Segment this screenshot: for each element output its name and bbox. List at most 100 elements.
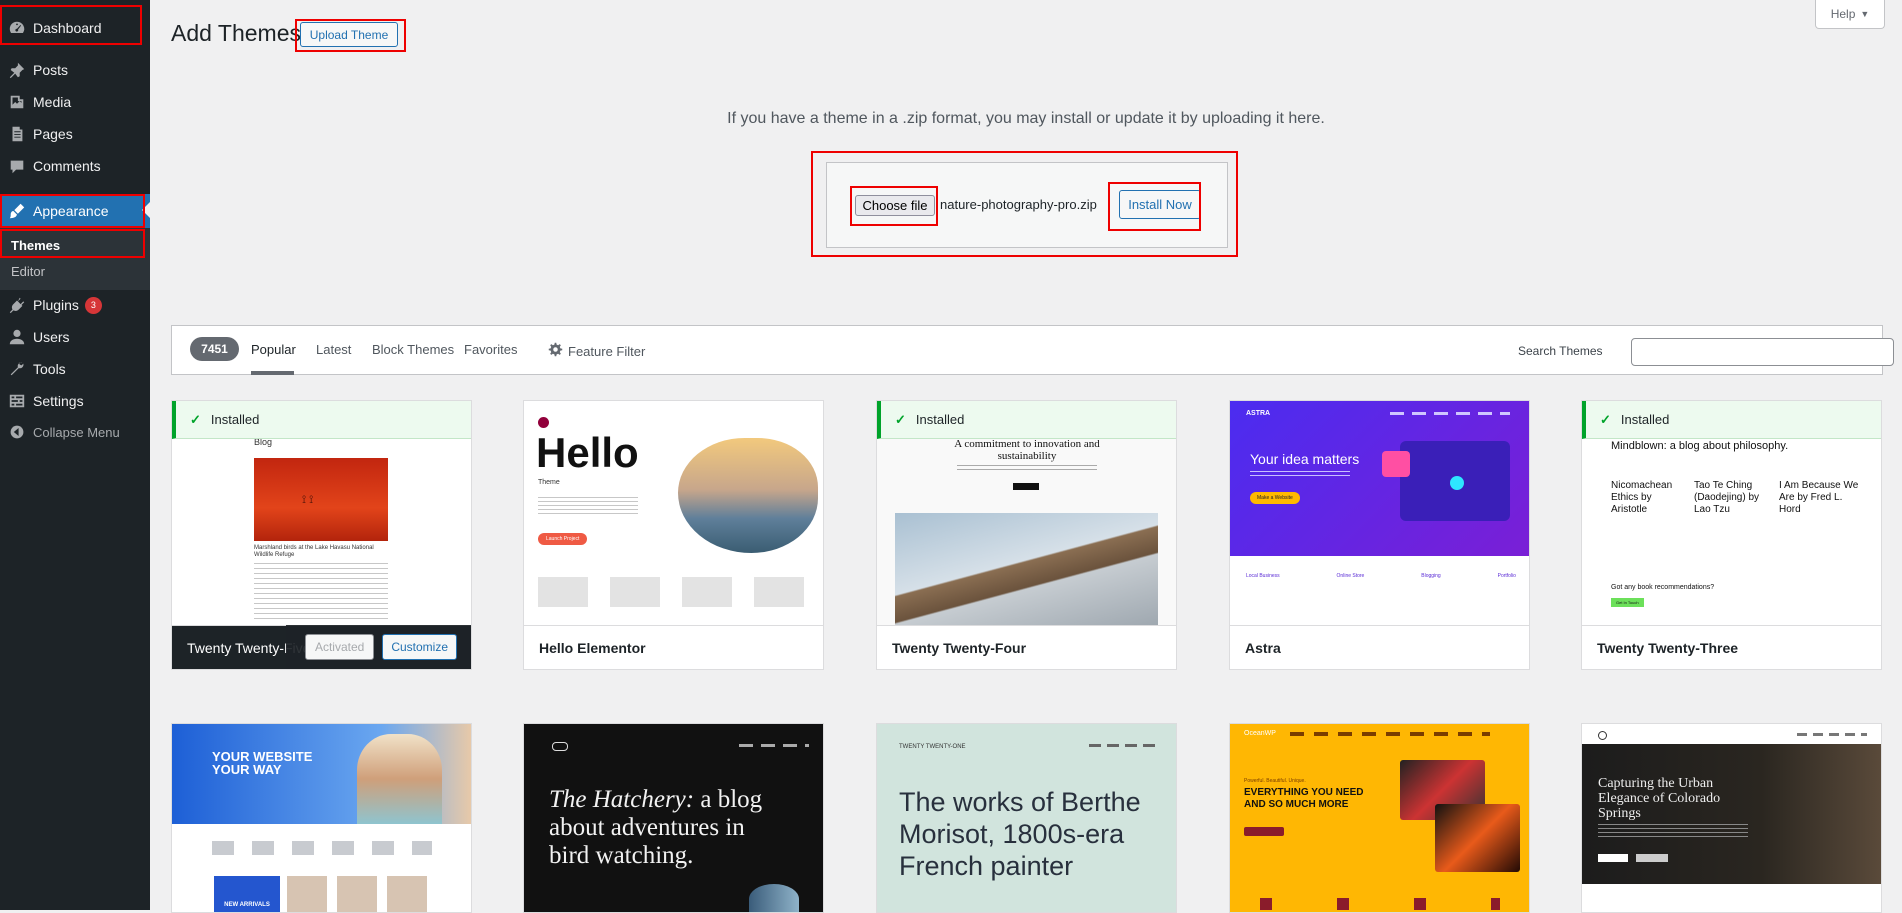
preview-button: Launch Project bbox=[538, 533, 588, 545]
feature-online-store: Online Store bbox=[1336, 573, 1365, 579]
feature-portfolio: Portfolio bbox=[1497, 573, 1516, 579]
upload-theme-button[interactable]: Upload Theme bbox=[300, 22, 398, 47]
preview-photo: ⟟ ⟟ bbox=[254, 458, 388, 541]
user-icon bbox=[7, 328, 27, 346]
comment-icon bbox=[7, 157, 27, 175]
submenu-themes[interactable]: Themes bbox=[11, 238, 60, 253]
preview-heading: The works of Berthe Morisot, 1800s-era F… bbox=[899, 787, 1141, 881]
preview-button: Get In Touch bbox=[1611, 598, 1644, 607]
menu-media[interactable]: Media bbox=[0, 86, 150, 118]
preview-logo: OceanWP bbox=[1244, 730, 1276, 737]
preview-text-lines bbox=[538, 497, 638, 517]
feature-filter-button[interactable]: Feature Filter bbox=[548, 342, 645, 360]
theme-card-twenty-twenty-five[interactable]: ✓ Installed Blog ⟟ ⟟ Marshland birds at t… bbox=[171, 400, 472, 670]
preview-features: Local Business Online Store Blogging Por… bbox=[1246, 573, 1516, 579]
wrench-icon bbox=[7, 360, 27, 378]
preview-heading-italic: The Hatchery: bbox=[549, 786, 695, 813]
appearance-submenu: Themes Editor bbox=[0, 228, 150, 290]
preview-logo-icon bbox=[552, 742, 568, 751]
page-title: Add Themes bbox=[171, 20, 301, 46]
caret-down-icon: ▼ bbox=[1860, 9, 1870, 19]
preview-text-lines bbox=[957, 465, 1097, 473]
tab-popular[interactable]: Popular bbox=[251, 342, 296, 357]
theme-filter-bar: 7451 Popular Latest Block Themes Favorit… bbox=[171, 325, 1894, 375]
menu-tools-label: Tools bbox=[33, 361, 66, 377]
menu-posts[interactable]: Posts bbox=[0, 54, 150, 86]
preview-text-lines bbox=[1598, 824, 1748, 838]
theme-name: Twenty Twenty-Three bbox=[1597, 639, 1739, 656]
install-now-button[interactable]: Install Now bbox=[1119, 190, 1201, 219]
help-label: Help bbox=[1830, 7, 1856, 21]
main-content: Add Themes Upload Theme Help ▼ If you ha… bbox=[150, 0, 1902, 913]
tab-favorites[interactable]: Favorites bbox=[464, 342, 517, 357]
theme-count: 7451 bbox=[190, 337, 239, 361]
preview-photo bbox=[895, 513, 1158, 625]
preview-post-1: Nicomachean Ethics by Aristotle bbox=[1611, 480, 1673, 515]
menu-pages-label: Pages bbox=[33, 126, 73, 142]
elementor-logo-icon bbox=[538, 417, 549, 428]
preview-nav bbox=[739, 744, 809, 747]
submenu-editor[interactable]: Editor bbox=[11, 264, 45, 279]
help-tab[interactable]: Help ▼ bbox=[1815, 0, 1885, 29]
search-themes-input[interactable] bbox=[1631, 338, 1894, 366]
menu-appearance[interactable]: Appearance bbox=[0, 194, 150, 228]
preview-button bbox=[1013, 483, 1039, 490]
preview-icons bbox=[1260, 898, 1500, 910]
dashboard-icon bbox=[7, 19, 27, 37]
theme-card-twenty-twenty-one[interactable]: TWENTY TWENTY-ONE The works of Berthe Mo… bbox=[876, 723, 1177, 913]
menu-settings[interactable]: Settings bbox=[0, 385, 150, 417]
menu-users-label: Users bbox=[33, 329, 70, 345]
menu-plugins[interactable]: Plugins 3 bbox=[0, 289, 150, 321]
admin-sidebar: Dashboard Posts Media Pages Comments App… bbox=[0, 0, 150, 910]
preview-tagline: Powerful. Beautiful. Unique. bbox=[1244, 778, 1306, 784]
customize-button[interactable]: Customize bbox=[382, 634, 457, 660]
menu-settings-label: Settings bbox=[33, 393, 84, 409]
theme-name: Astra bbox=[1245, 639, 1281, 656]
preview-text-lines bbox=[1250, 471, 1350, 479]
menu-appearance-label: Appearance bbox=[33, 203, 109, 219]
theme-card-twenty-twenty-four[interactable]: ✓ Installed A commitment to innovation an… bbox=[876, 400, 1177, 670]
menu-media-label: Media bbox=[33, 94, 72, 110]
installed-notice: ✓ Installed bbox=[1582, 401, 1881, 439]
menu-dashboard[interactable]: Dashboard bbox=[0, 12, 150, 44]
selected-file-name: nature-photography-pro.zip bbox=[940, 197, 1097, 212]
feature-filter-label: Feature Filter bbox=[568, 343, 646, 359]
tab-latest[interactable]: Latest bbox=[316, 342, 351, 357]
preview-question: Got any book recommendations? bbox=[1611, 584, 1715, 591]
upload-form: Choose file nature-photography-pro.zip I… bbox=[826, 162, 1228, 248]
theme-card-twenty-twenty-three[interactable]: ✓ Installed Mindblown: a blog about philo… bbox=[1581, 400, 1882, 670]
tab-block-themes[interactable]: Block Themes bbox=[372, 342, 454, 357]
theme-card-twenty-twenty-two[interactable]: The Hatchery: a blog about adventures in… bbox=[523, 723, 824, 913]
theme-card-oceanwp[interactable]: OceanWP Powerful. Beautiful. Unique. EVE… bbox=[1229, 723, 1530, 913]
theme-card-hello-elementor[interactable]: Hello Theme Launch Project Hello Element… bbox=[523, 400, 824, 670]
theme-name-bar: Twenty Twenty-Four bbox=[877, 625, 1176, 669]
media-icon bbox=[7, 93, 27, 111]
preview-big-heading: Hello bbox=[536, 429, 639, 476]
menu-plugins-label: Plugins bbox=[33, 297, 79, 313]
preview-button bbox=[1244, 827, 1284, 836]
menu-posts-label: Posts bbox=[33, 62, 69, 78]
installed-label: Installed bbox=[210, 412, 260, 427]
preview-photo bbox=[678, 438, 818, 553]
preview-products bbox=[287, 876, 437, 912]
theme-card-kadence[interactable]: YOUR WEBSITE YOUR WAY NEW ARRIVALS bbox=[171, 723, 472, 913]
choose-file-button[interactable]: Choose file bbox=[855, 195, 935, 216]
preview-heading: A commitment to innovation and sustainab… bbox=[954, 438, 1100, 462]
theme-name-bar: Hello Elementor bbox=[524, 625, 823, 669]
theme-screenshot: ASTRA Your idea matters Make a Website L… bbox=[1230, 401, 1529, 625]
menu-comments[interactable]: Comments bbox=[0, 150, 150, 182]
preview-nav bbox=[1797, 733, 1867, 736]
preview-logo-icon bbox=[1598, 731, 1607, 740]
preview-nav bbox=[1290, 732, 1490, 736]
gear-icon bbox=[548, 342, 563, 360]
menu-users[interactable]: Users bbox=[0, 321, 150, 353]
theme-card-colorado[interactable]: Capturing the Urban Elegance of Colorado… bbox=[1581, 723, 1882, 913]
preview-post-2: Tao Te Ching (Daodejing) by Lao Tzu bbox=[1694, 480, 1760, 515]
settings-icon bbox=[7, 392, 27, 410]
menu-pages[interactable]: Pages bbox=[0, 118, 150, 150]
menu-collapse[interactable]: Collapse Menu bbox=[0, 416, 150, 448]
theme-card-astra[interactable]: ASTRA Your idea matters Make a Website L… bbox=[1229, 400, 1530, 670]
plugin-icon bbox=[7, 296, 27, 314]
menu-tools[interactable]: Tools bbox=[0, 353, 150, 385]
theme-name-bar: Astra bbox=[1230, 625, 1529, 669]
